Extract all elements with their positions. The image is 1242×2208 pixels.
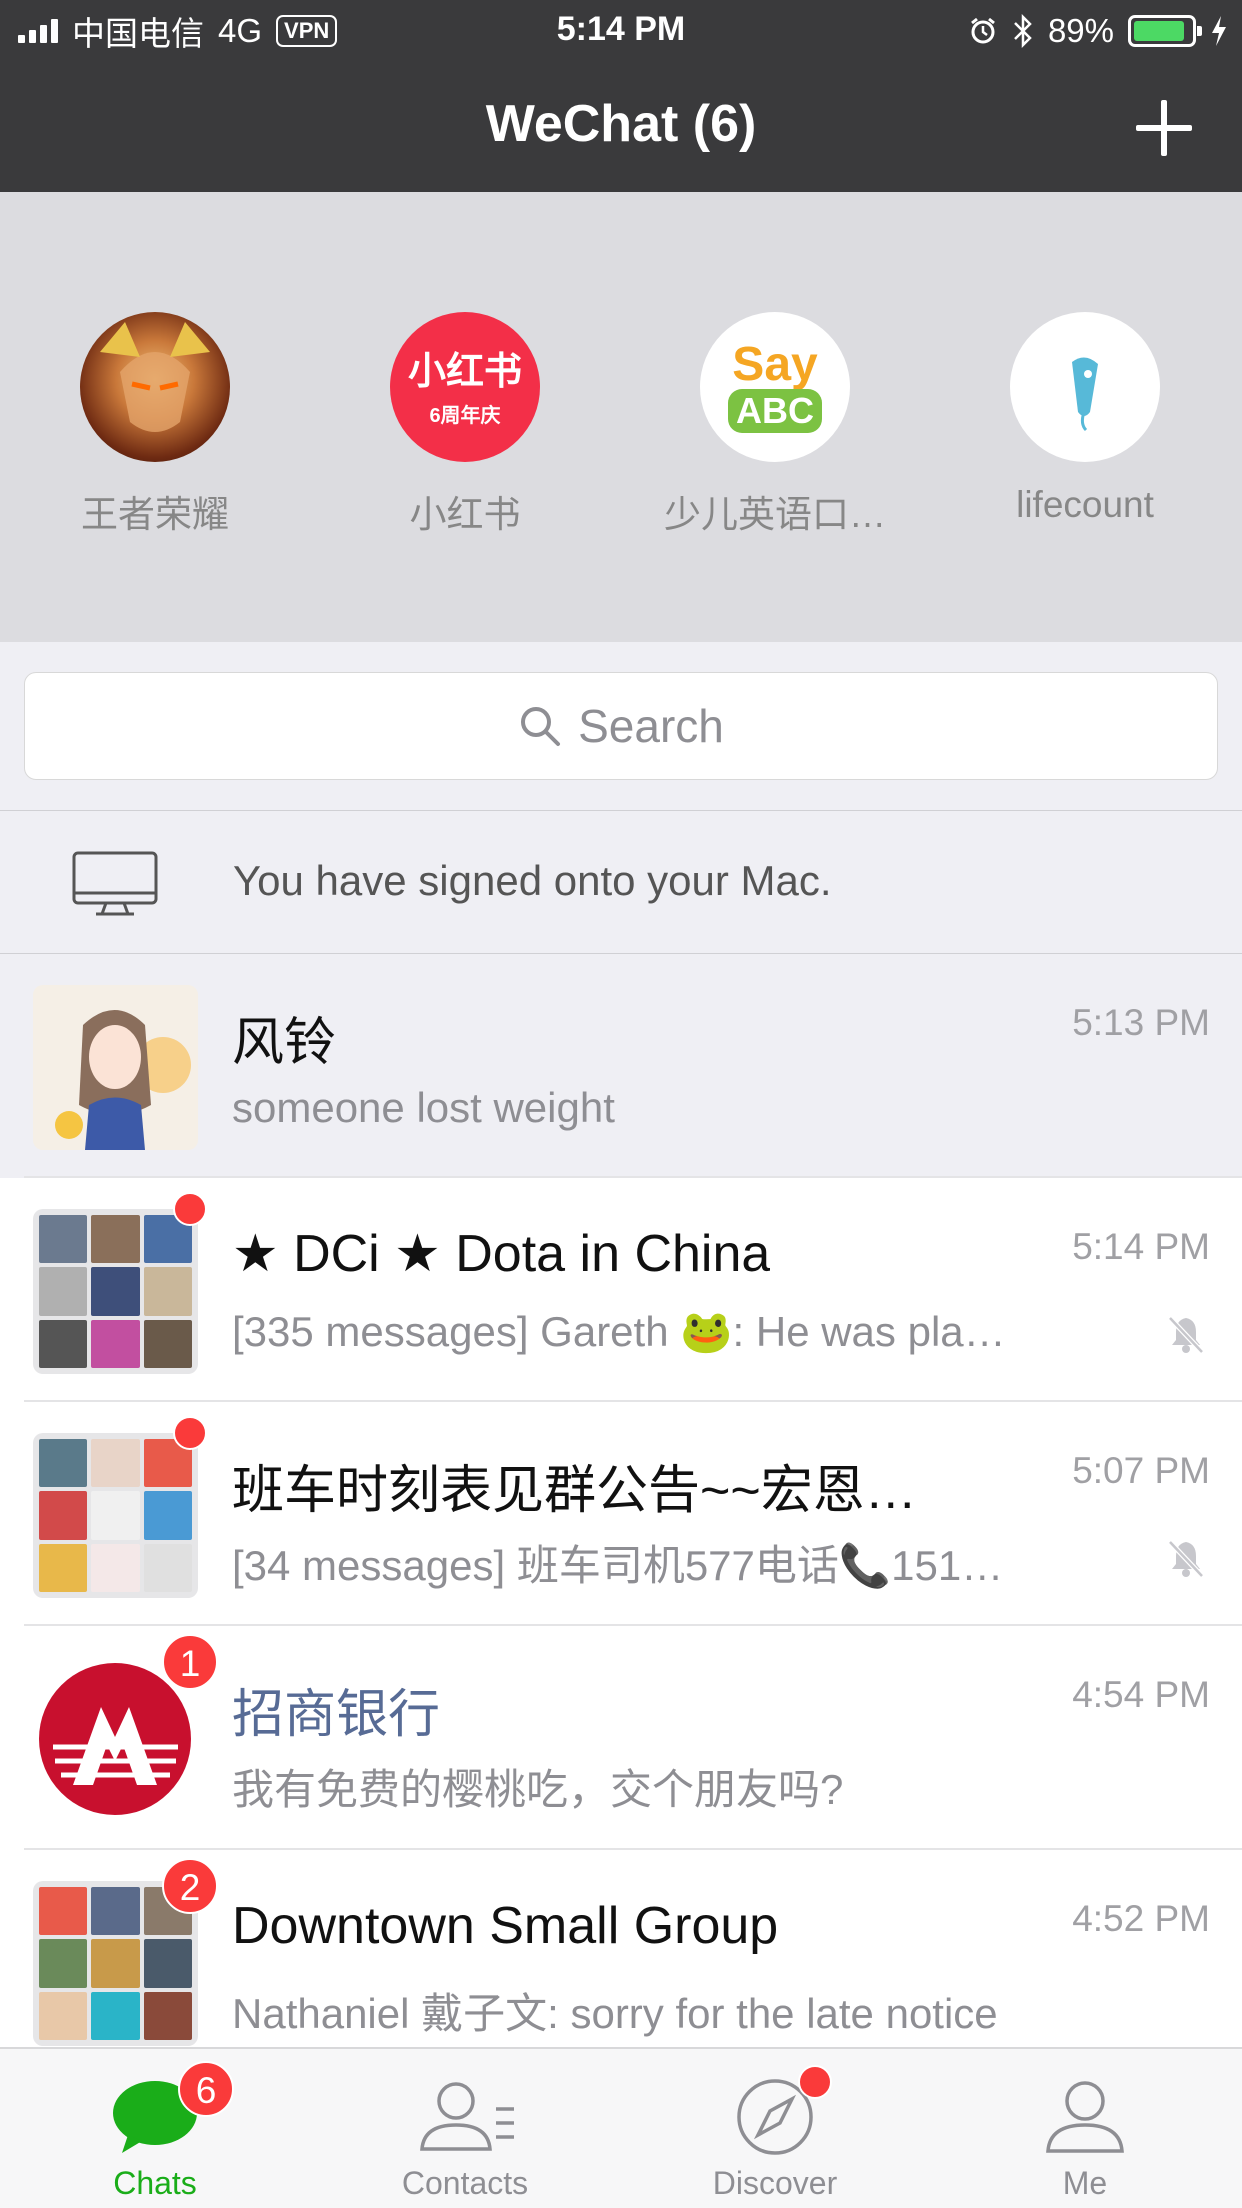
tab-me[interactable]: Me [930, 2049, 1240, 2208]
mini-program-label: lifecount [1016, 484, 1154, 525]
chat-preview: [335 messages] Gareth 🐸: He was pla… [232, 1308, 1006, 1355]
unread-dot [173, 1192, 207, 1226]
chat-time: 5:14 PM [1072, 1226, 1210, 1267]
search-input[interactable]: Search [24, 672, 1218, 780]
nav-bar: WeChat (6) [0, 62, 1242, 192]
chat-title: 招商银行 [232, 1686, 441, 1744]
desktop-icon [72, 851, 158, 916]
add-button[interactable] [1136, 100, 1192, 156]
chat-time: 5:07 PM [1072, 1450, 1210, 1491]
chat-row[interactable]: 2 Downtown Small Group Nathaniel 戴子文: so… [0, 1850, 1242, 2047]
xiaohongshu-logo-text: 小红书 [407, 351, 522, 393]
tab-badge: 6 [178, 2061, 234, 2117]
tab-contacts[interactable]: Contacts [310, 2049, 620, 2208]
mute-bell-icon [1168, 1540, 1204, 1578]
chat-title: 班车时刻表见群公告~~宏恩… [232, 1462, 917, 1520]
unread-badge: 2 [162, 1858, 218, 1914]
compass-icon [737, 2079, 813, 2155]
chat-time: 5:13 PM [1072, 1002, 1210, 1043]
chat-time: 4:52 PM [1072, 1898, 1210, 1939]
chat-preview: someone lost weight [232, 1084, 615, 1131]
chat-title: Downtown Small Group [232, 1897, 779, 1955]
chat-time: 4:54 PM [1072, 1674, 1210, 1715]
search-icon [521, 707, 561, 746]
search-area: Search [0, 642, 1242, 810]
mac-notice-text: You have signed onto your Mac. [233, 857, 832, 904]
say-abc-logo-icon: Say ABC [700, 312, 850, 462]
mini-program-say-abc[interactable]: Say ABC 少儿英语口… [625, 312, 925, 538]
chat-title: ★ DCi ★ Dota in China [232, 1225, 771, 1283]
tab-label: Me [1062, 2165, 1108, 2201]
mini-program-label: 王者荣耀 [81, 494, 229, 535]
unread-dot [798, 2065, 832, 2099]
chat-title: 风铃 [232, 1014, 337, 1072]
chat-row[interactable]: 班车时刻表见群公告~~宏恩… [34 messages] 班车司机577电话📞1… [0, 1402, 1242, 1626]
chat-row[interactable]: 1 招商银行 我有免费的樱桃吃，交个朋友吗? 4:54 PM [0, 1626, 1242, 1850]
alarm-icon [971, 17, 995, 44]
mini-program-xiaohongshu[interactable]: 小红书 6周年庆 小红书 [315, 312, 615, 538]
mini-program-label: 小红书 [409, 494, 521, 535]
mini-programs-panel: 王者荣耀 小红书 6周年庆 小红书 Say ABC 少儿英语口… lifecou… [0, 192, 1242, 642]
chat-list: 风铃 someone lost weight 5:13 PM ★ DCi ★ D… [0, 954, 1242, 2047]
tab-bar: 6 Chats Contacts Discover Me [0, 2047, 1242, 2208]
status-bar: 中国电信 4G VPN 5:14 PM 89% [0, 0, 1242, 62]
search-placeholder: Search [578, 700, 724, 752]
chat-preview: Nathaniel 戴子文: sorry for the late notice [232, 1990, 998, 2037]
say-abc-logo-sub: ABC [728, 389, 822, 433]
lifecount-logo-icon [1010, 312, 1160, 462]
mute-bell-icon [1168, 1316, 1204, 1354]
mini-program-label: 少儿英语口… [664, 494, 886, 535]
tab-label: Contacts [401, 2165, 529, 2201]
xiaohongshu-logo-sub: 6周年庆 [429, 405, 501, 427]
chat-preview: [34 messages] 班车司机577电话📞151… [232, 1542, 1004, 1589]
tab-discover[interactable]: Discover [620, 2049, 930, 2208]
chat-row[interactable]: ★ DCi ★ Dota in China [335 messages] Gar… [0, 1178, 1242, 1402]
chat-avatar [33, 985, 198, 1150]
mac-login-notice[interactable]: You have signed onto your Mac. [0, 810, 1242, 954]
chat-row[interactable]: 风铃 someone lost weight 5:13 PM [0, 954, 1242, 1178]
game-hero-avatar-icon [80, 312, 230, 462]
charging-icon [1212, 16, 1226, 46]
group-avatar [33, 1209, 198, 1374]
bluetooth-icon [1014, 14, 1032, 48]
group-avatar [33, 1433, 198, 1598]
chat-preview: 我有免费的樱桃吃，交个朋友吗? [232, 1766, 844, 1813]
tab-label: Discover [712, 2165, 838, 2201]
page-title: WeChat (6) [485, 95, 757, 153]
mini-program-honor-of-kings[interactable]: 王者荣耀 [5, 312, 305, 538]
person-icon [1046, 2081, 1124, 2153]
tab-label: Chats [113, 2165, 197, 2201]
xiaohongshu-logo-icon: 小红书 6周年庆 [390, 312, 540, 462]
tab-chats[interactable]: 6 Chats [0, 2049, 310, 2208]
unread-badge: 1 [162, 1634, 218, 1690]
status-right: 89% [968, 10, 1228, 52]
chat-bubble-icon [113, 2081, 197, 2153]
unread-dot [173, 1416, 207, 1450]
mini-program-lifecount[interactable]: lifecount [935, 312, 1235, 526]
battery-icon [1128, 15, 1202, 47]
contacts-icon [420, 2082, 514, 2151]
say-abc-logo-text: Say [732, 338, 818, 392]
battery-percent: 89% [1047, 12, 1114, 49]
battery-fill [1134, 21, 1184, 41]
